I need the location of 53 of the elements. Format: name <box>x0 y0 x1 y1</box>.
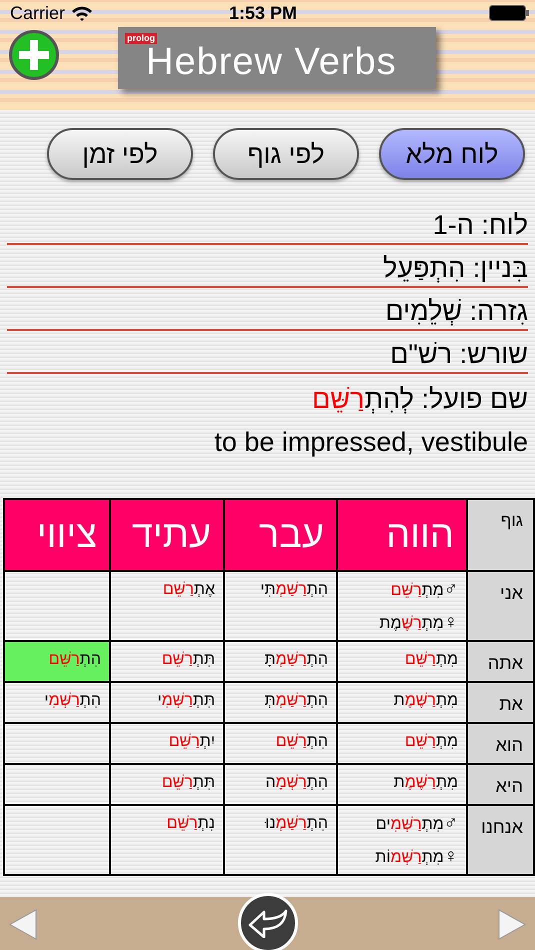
verb-form: מִתְרַשֶּׁמֶת <box>392 691 458 711</box>
verb-form: הִתְרַשֵּׁם <box>48 650 101 670</box>
row-header: הוא <box>467 723 534 764</box>
row-header: את <box>467 682 534 723</box>
verb-form: הִתְרַשֵּׁם <box>274 732 328 752</box>
battery-icon <box>489 5 529 21</box>
row-header: אנחנו <box>467 805 534 875</box>
view-tab[interactable]: לפי זמן <box>47 128 193 180</box>
verb-form: מִתְרַשֶּׁמֶת <box>392 773 458 793</box>
wifi-icon <box>71 4 94 22</box>
clock: 1:53 PM <box>229 3 298 23</box>
column-header: עתיד <box>110 499 224 571</box>
verb-form: ♀ מִתְרַשֶּׁמֶת <box>378 613 458 634</box>
row-header: אני <box>467 571 534 641</box>
info-line: שם פועל: לְהִתְרַשֵּׁם <box>312 383 528 416</box>
verb-form: מִתְרַשֵּׁם <box>404 650 458 670</box>
carrier-label: Carrier <box>10 3 66 23</box>
row-header: היא <box>467 764 534 805</box>
verb-form: תִּתְרַשֵּׁם <box>160 650 215 670</box>
next-arrow-icon[interactable] <box>498 909 526 940</box>
verb-form: אֶתְרַשֵּׁם <box>162 580 215 600</box>
verb-form: תִּתְרַשֵּׁם <box>160 773 215 793</box>
return-arrow-icon <box>248 908 288 938</box>
info-line: שורש: רשׁ"ם <box>390 338 528 371</box>
column-header: ציווי <box>4 499 110 571</box>
column-header: עבר <box>224 499 337 571</box>
verb-form: הִתְרַשְּׁמָה <box>264 773 328 793</box>
row-header: אתה <box>467 641 534 682</box>
verb-form: הִתְרַשַּׁמְתְּ <box>264 691 328 711</box>
verb-form: יִתְרַשֵּׁם <box>168 732 215 752</box>
view-tab[interactable]: לוח מלא <box>379 128 525 180</box>
info-line: גִזרה: שְׁלֵמִים <box>385 295 528 328</box>
add-button[interactable] <box>9 30 59 80</box>
verb-form: הִתְרַשְּׁמִי <box>43 691 101 711</box>
info-line: לוח: ה-1 <box>432 209 528 242</box>
verb-form: נִתְרַשֵּׁם <box>166 814 215 834</box>
column-header: גוף <box>467 499 534 571</box>
verb-form: מִתְרַשֵּׁם <box>404 732 458 752</box>
logo: prolog <box>125 33 157 44</box>
verb-form: הִתְרַשַּׁמְתָּ <box>264 650 328 670</box>
verb-form: ♂ מִתְרַשֵּׁם <box>390 580 458 601</box>
plus-icon <box>19 40 49 70</box>
verb-form: הִתְרַשַּׁמְנוּ <box>264 814 328 834</box>
column-header: הווה <box>337 499 467 571</box>
verb-form: תִּתְרַשְּׁמִי <box>156 691 215 711</box>
back-button[interactable] <box>238 893 298 950</box>
translation-text: to be impressed, vestibule <box>214 426 528 459</box>
verb-form: הִתְרַשַּׁמְתִּי <box>259 580 328 600</box>
view-tab[interactable]: לפי גוף <box>213 128 359 180</box>
info-line: בִּניין: הִתְפַּעֵל <box>383 252 528 285</box>
verb-form: ♀ מִתְרַשְּׁמוֹת <box>374 847 458 868</box>
previous-arrow-icon[interactable] <box>9 909 37 940</box>
verb-form: ♂ מִתְרַשְּׁמִים <box>374 814 458 835</box>
